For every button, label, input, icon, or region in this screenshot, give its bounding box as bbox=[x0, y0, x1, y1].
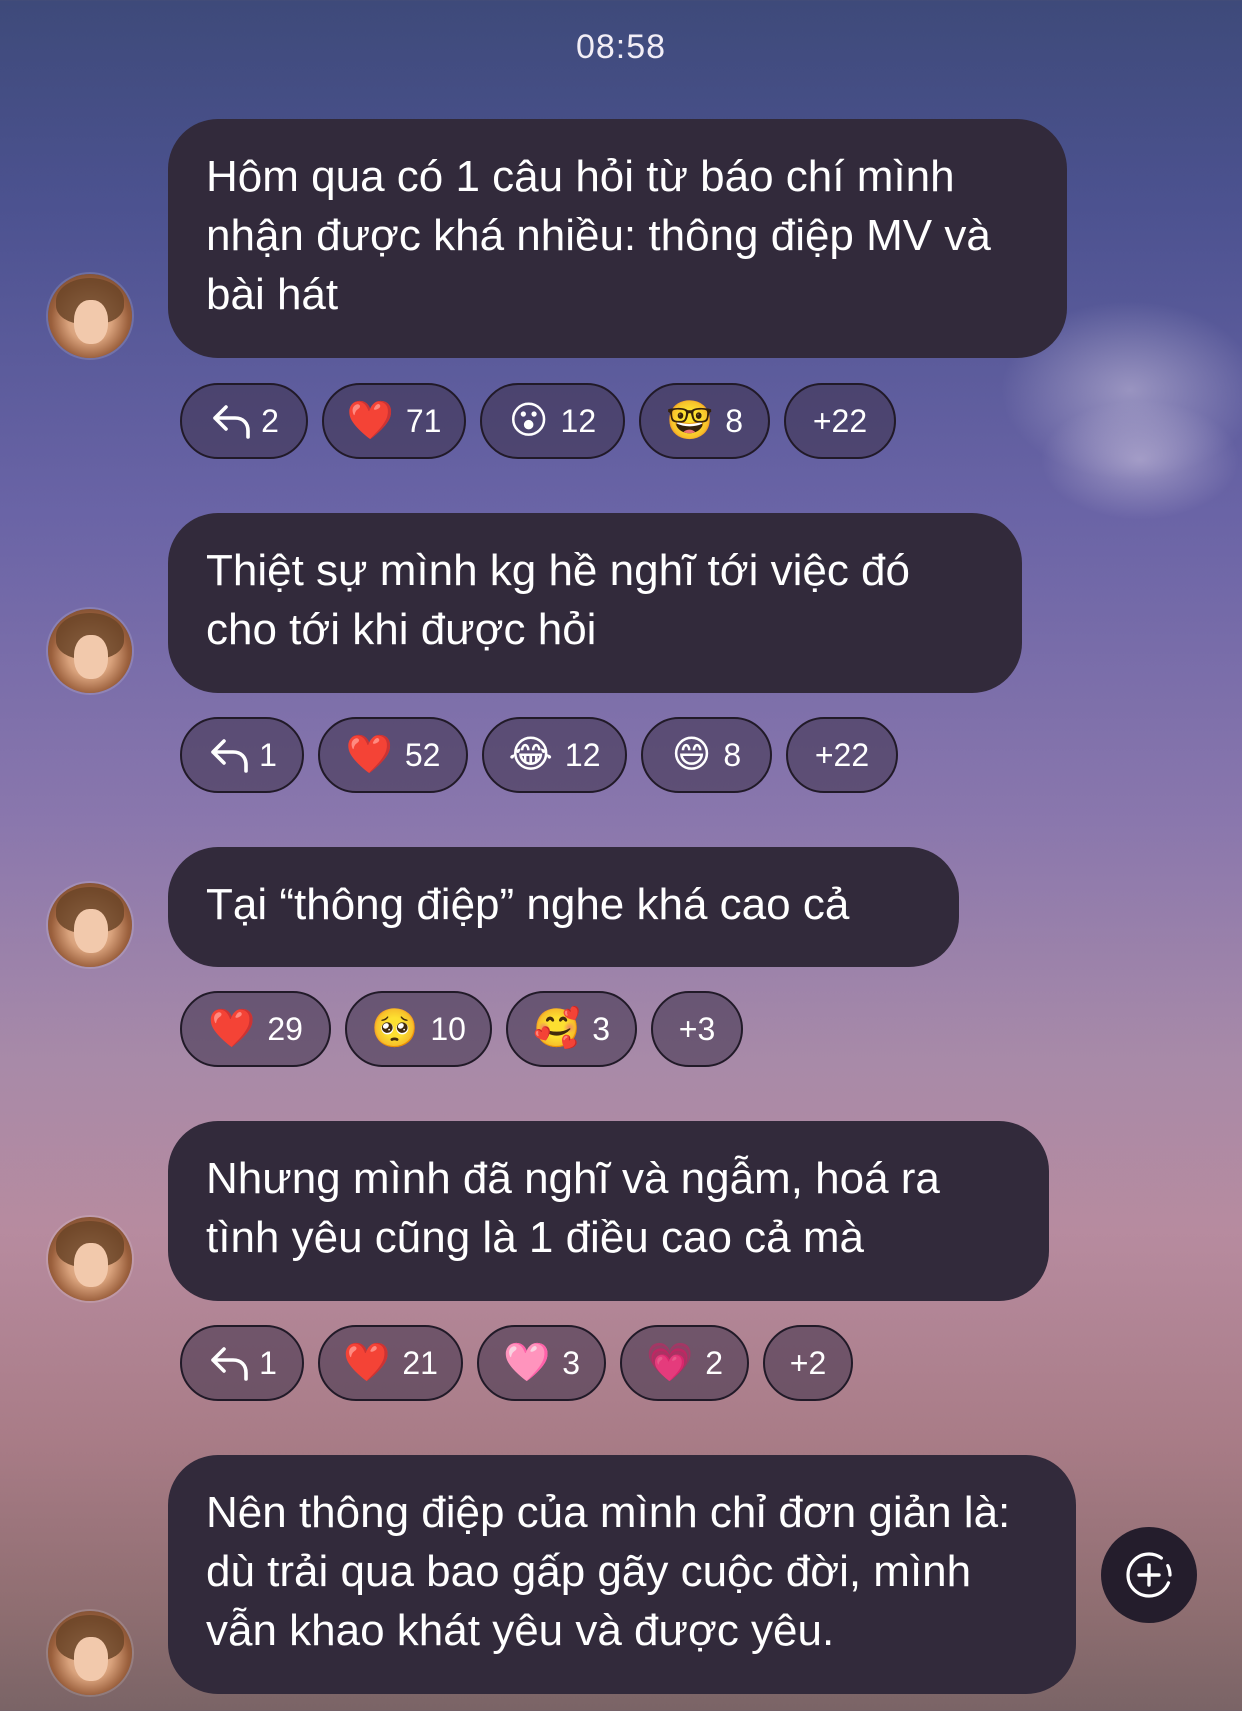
message-bubble[interactable]: Thiệt sự mình kg hề nghĩ tới việc đó cho… bbox=[168, 513, 1022, 693]
reaction-count: 52 bbox=[404, 736, 441, 773]
reaction-bar: 2 ❤️ 71 😮 12 🤓 8 +22 bbox=[180, 383, 896, 463]
more-reactions-pill[interactable]: +22 bbox=[784, 383, 896, 459]
heart-icon: ❤️ bbox=[208, 1008, 256, 1050]
avatar-face bbox=[74, 1243, 108, 1287]
reaction-count: 8 bbox=[725, 402, 744, 439]
reply-count: 2 bbox=[261, 402, 279, 439]
message-text: Hôm qua có 1 câu hỏi từ báo chí mình nhậ… bbox=[206, 152, 991, 319]
reply-count: 1 bbox=[259, 736, 277, 773]
reply-icon bbox=[213, 405, 250, 439]
heart-icon: ❤️ bbox=[343, 1342, 391, 1384]
growing-heart-icon: 💗 bbox=[645, 1342, 694, 1384]
surprised-face-icon: 😮 bbox=[508, 400, 549, 442]
reaction-pill-heart[interactable]: ❤️ 71 bbox=[322, 383, 466, 459]
reaction-count: 12 bbox=[560, 402, 597, 439]
avatar-face bbox=[74, 909, 108, 953]
reaction-count: 12 bbox=[564, 736, 601, 773]
nerd-face-icon: 🤓 bbox=[665, 400, 714, 442]
sender-avatar[interactable] bbox=[48, 1611, 132, 1695]
avatar-face bbox=[74, 1637, 108, 1681]
sender-avatar[interactable] bbox=[48, 274, 132, 358]
more-reactions-count: +3 bbox=[678, 1010, 716, 1047]
add-reaction-icon bbox=[1126, 1552, 1172, 1598]
reaction-pill-pink-heart[interactable]: 🩷 3 bbox=[477, 1325, 606, 1401]
reaction-count: 71 bbox=[405, 402, 442, 439]
reaction-pill-heart[interactable]: ❤️ 29 bbox=[180, 991, 331, 1067]
reaction-count: 2 bbox=[705, 1344, 724, 1381]
message-timestamp: 08:58 bbox=[575, 28, 667, 66]
pink-heart-icon: 🩷 bbox=[502, 1342, 551, 1384]
reply-count: 1 bbox=[259, 1344, 277, 1381]
reaction-pill-nerd[interactable]: 🤓 8 bbox=[639, 383, 770, 459]
avatar-face bbox=[74, 300, 108, 344]
reaction-pill-tears-of-joy[interactable]: 😂 12 bbox=[482, 717, 627, 793]
heart-icon: ❤️ bbox=[346, 400, 394, 442]
sender-avatar[interactable] bbox=[48, 1217, 132, 1301]
message-text: Thiệt sự mình kg hề nghĩ tới việc đó cho… bbox=[206, 546, 910, 654]
reaction-count: 3 bbox=[562, 1344, 581, 1381]
reaction-count: 8 bbox=[723, 736, 742, 773]
message-text: Nên thông điệp của mình chỉ đơn giản là:… bbox=[206, 1488, 1011, 1655]
reaction-count: 3 bbox=[592, 1010, 611, 1047]
message-bubble[interactable]: Nên thông điệp của mình chỉ đơn giản là:… bbox=[168, 1455, 1076, 1694]
reaction-pill-surprised[interactable]: 😮 12 bbox=[480, 383, 625, 459]
reply-icon bbox=[211, 1347, 248, 1381]
reaction-pill-grinning[interactable]: 😄 8 bbox=[641, 717, 772, 793]
reaction-pill-heart[interactable]: ❤️ 52 bbox=[318, 717, 468, 793]
reaction-pill-smiling-hearts[interactable]: 🥰 3 bbox=[506, 991, 637, 1067]
more-reactions-count: +2 bbox=[789, 1344, 827, 1381]
tears-of-joy-icon: 😂 bbox=[508, 734, 553, 776]
message-bubble[interactable]: Hôm qua có 1 câu hỏi từ báo chí mình nhậ… bbox=[168, 119, 1067, 358]
background-cloud bbox=[1040, 400, 1240, 520]
reply-icon bbox=[211, 739, 248, 773]
sender-avatar[interactable] bbox=[48, 609, 132, 693]
reaction-bar: ❤️ 29 🥺 10 🥰 3 +3 bbox=[180, 991, 743, 1071]
smiling-hearts-icon: 🥰 bbox=[532, 1008, 581, 1050]
sender-avatar[interactable] bbox=[48, 883, 132, 967]
reaction-pill-growing-heart[interactable]: 💗 2 bbox=[620, 1325, 749, 1401]
more-reactions-pill[interactable]: +22 bbox=[786, 717, 898, 793]
more-reactions-pill[interactable]: +2 bbox=[763, 1325, 853, 1401]
reaction-pill-heart[interactable]: ❤️ 21 bbox=[318, 1325, 463, 1401]
reaction-count: 21 bbox=[402, 1344, 438, 1381]
message-bubble[interactable]: Nhưng mình đã nghĩ và ngẫm, hoá ra tình … bbox=[168, 1121, 1049, 1301]
reply-count-pill[interactable]: 1 bbox=[180, 717, 304, 793]
reaction-bar: 1 ❤️ 52 😂 12 😄 8 +22 bbox=[180, 717, 898, 797]
reply-count-pill[interactable]: 2 bbox=[180, 383, 308, 459]
message-text: Tại “thông điệp” nghe khá cao cả bbox=[206, 880, 850, 929]
reaction-count: 10 bbox=[430, 1010, 466, 1047]
reaction-count: 29 bbox=[267, 1010, 303, 1047]
more-reactions-count: +22 bbox=[814, 736, 870, 773]
reaction-bar: 1 ❤️ 21 🩷 3 💗 2 +2 bbox=[180, 1325, 853, 1405]
pleading-face-icon: 🥺 bbox=[371, 1008, 419, 1050]
message-text: Nhưng mình đã nghĩ và ngẫm, hoá ra tình … bbox=[206, 1154, 940, 1262]
avatar-face bbox=[74, 635, 108, 679]
more-reactions-pill[interactable]: +3 bbox=[651, 991, 743, 1067]
heart-icon: ❤️ bbox=[345, 734, 393, 776]
more-reactions-count: +22 bbox=[812, 402, 868, 439]
reaction-pill-pleading[interactable]: 🥺 10 bbox=[345, 991, 492, 1067]
grinning-face-icon: 😄 bbox=[671, 734, 712, 776]
add-reaction-button[interactable] bbox=[1101, 1527, 1197, 1623]
message-bubble[interactable]: Tại “thông điệp” nghe khá cao cả bbox=[168, 847, 959, 967]
reply-count-pill[interactable]: 1 bbox=[180, 1325, 304, 1401]
